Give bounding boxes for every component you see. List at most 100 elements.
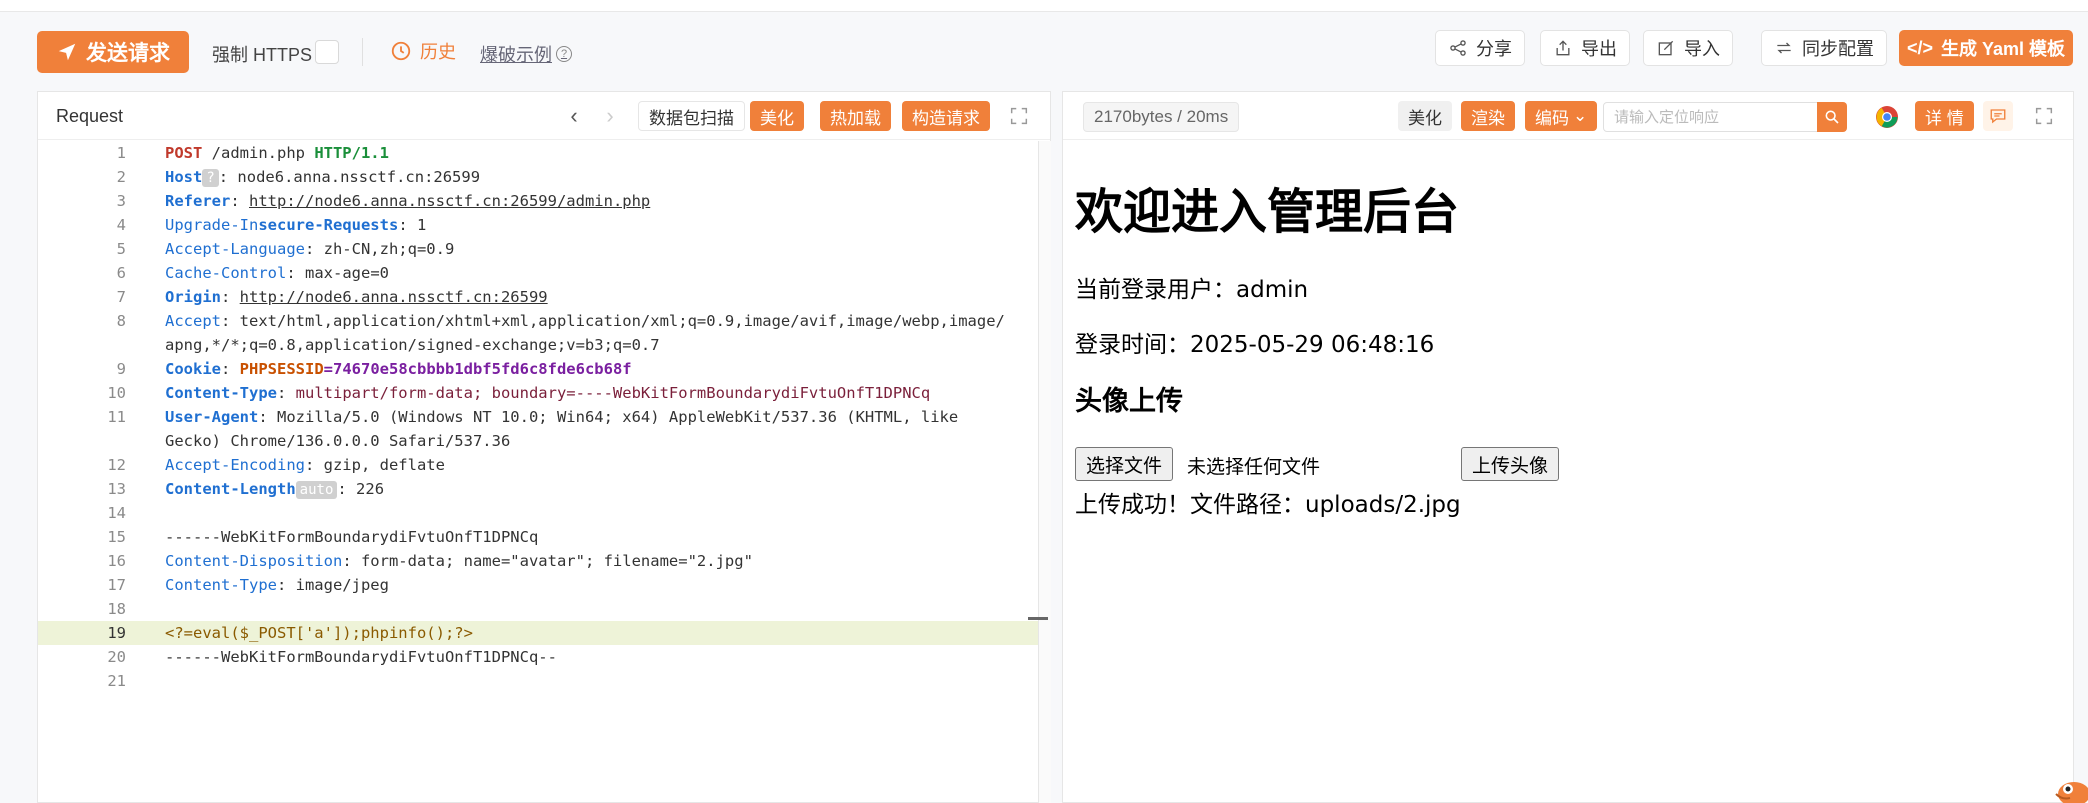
render-button[interactable]: 渲染 [1461,101,1515,131]
help-icon[interactable]: ? [556,46,572,62]
beautify-button[interactable]: 美化 [750,101,804,131]
header-key: Content-Type [165,384,277,402]
line-number: 6 [116,264,126,282]
response-beautify-button[interactable]: 美化 [1398,101,1452,131]
import-button[interactable]: 导入 [1643,30,1733,66]
share-button[interactable]: 分享 [1435,30,1525,66]
import-label: 导入 [1684,39,1720,59]
line-number: 9 [116,360,126,378]
header-key: User-Agent [165,408,259,426]
packet-scan-button[interactable]: 数据包扫描 [638,101,745,131]
explode-example-label: 爆破示例 [480,45,552,65]
header-key: Content-Disposition [165,552,343,570]
construct-request-button[interactable]: 构造请求 [902,101,990,131]
line-number: 20 [107,648,126,666]
http-method: POST [165,144,203,162]
code-line: 13 Content-Length auto: 226 [38,477,1038,501]
header-value: : Mozilla/5.0 (Windows NT 10.0; Win64; x… [258,408,959,426]
header-key: Cookie [165,360,221,378]
header-value: : 226 [337,480,385,498]
host-help-badge[interactable]: ? [202,169,219,187]
line-number: 13 [107,480,126,498]
send-request-button[interactable]: 发送请求 [37,31,189,73]
request-header: Request ‹ › 数据包扫描 美化 热加载 构造请求 [38,92,1050,140]
comment-button[interactable] [1983,101,2013,131]
header-value: : zh-CN,zh;q=0.9 [304,240,455,258]
header-key: Origin [165,288,221,306]
header-url[interactable]: http://node6.anna.nssctf.cn:26599/admin.… [249,192,650,210]
current-user-text: 当前登录用户：admin [1075,277,1309,303]
response-size-time: 2170bytes / 20ms [1083,102,1240,132]
header-value: multipart/form-data; boundary=----WebKit… [295,384,931,402]
file-status-text: 未选择任何文件 [1187,456,1321,478]
chevron-down-icon: ⌄ [1573,106,1588,125]
locate-search-button[interactable] [1817,102,1847,132]
header-value: : form-data; name="avatar"; filename="2.… [342,552,753,570]
sync-config-button[interactable]: 同步配置 [1761,30,1887,66]
sync-config-label: 同步配置 [1802,39,1874,59]
generate-yaml-button[interactable]: </> 生成 Yaml 模板 [1899,30,2073,66]
export-icon [1556,40,1570,56]
share-label: 分享 [1476,39,1512,59]
line-number: 1 [116,144,126,162]
code-line: 5 Accept-Language: zh-CN,zh;q=0.9 [38,237,1038,261]
fullscreen-icon[interactable] [1008,105,1030,127]
upload-avatar-button[interactable]: 上传头像 [1461,447,1560,481]
login-time-text: 登录时间：2025-05-29 06:48:16 [1075,332,1435,358]
header-value-continued: Gecko) Chrome/136.0.0.0 Safari/537.36 [165,432,511,450]
encode-dropdown[interactable]: 编码 ⌄ [1525,101,1598,131]
code-line: 6 Cache-Control: max-age=0 [38,261,1038,285]
chrome-icon[interactable] [1875,105,1899,129]
code-line: 8 Accept: text/html,application/xhtml+xml… [38,309,1038,333]
mascot-icon[interactable] [2048,770,2088,803]
code-icon: </> [1906,37,1933,58]
header-separator: : [221,360,240,378]
header-key: Content-Type [165,576,277,594]
header-url[interactable]: http://node6.anna.nssctf.cn:26599 [240,288,548,306]
history-label: 历史 [420,42,456,62]
header-value: : text/html,application/xhtml+xml,applic… [221,312,1005,330]
history-button[interactable]: 历史 [390,38,456,64]
top-strip [0,0,2088,12]
clock-icon [391,41,411,61]
line-number: 4 [116,216,126,234]
hotload-button[interactable]: 热加载 [820,101,891,131]
chevron-left-icon[interactable]: ‹ [562,102,586,130]
line-number: 8 [116,312,126,330]
header-key: Cache-Control [165,264,287,282]
line-number: 17 [107,576,126,594]
detail-button[interactable]: 详 情 [1915,101,1974,131]
cookie-value: =74670e58cbbbb1dbf5fd6c8fde6cb68f [323,360,632,378]
header-value: : max-age=0 [286,264,389,282]
line-number: 11 [107,408,126,426]
body-boundary-end: ------WebKitFormBoundarydiFvtuOnfT1DPNCq… [165,648,557,666]
upload-result-text: 上传成功！文件路径：uploads/2.jpg [1075,492,1461,518]
header-value: : gzip, deflate [304,456,445,474]
locate-response-input[interactable] [1603,102,1819,132]
line-number: 12 [107,456,126,474]
explode-example-link[interactable]: 爆破示例 ? [480,41,572,67]
encode-label: 编码 [1535,108,1569,128]
request-editor[interactable]: 1 POST /admin.php HTTP/1.1 2 Host?: node6.… [38,141,1038,803]
export-button[interactable]: 导出 [1540,30,1630,66]
chevron-right-icon[interactable]: › [598,102,622,130]
header-value: : node6.anna.nssctf.cn:26599 [218,168,481,186]
header-separator: : [276,384,296,402]
sync-icon [1777,42,1791,54]
send-icon [58,43,76,61]
code-line: 2 Host?: node6.anna.nssctf.cn:26599 [38,165,1038,189]
line-number: 10 [107,384,126,402]
cookie-name: PHPSESSID [239,360,324,378]
request-title: Request [56,106,124,126]
choose-file-button[interactable]: 选择文件 [1075,447,1174,481]
code-line: 16 Content-Disposition: form-data; name="… [38,549,1038,573]
code-line: 9 Cookie: PHPSESSID=74670e58cbbbb1dbf5fd6… [38,357,1038,381]
auto-length-badge[interactable]: auto [295,481,338,499]
force-https-checkbox[interactable] [315,40,339,64]
editor-scrollbar[interactable] [1038,141,1051,803]
toolbar: 发送请求 强制 HTTPS 历史 爆破示例 ? 分享 导出 导入 同步配置 </… [0,14,2088,90]
header-value: : image/jpeg [276,576,389,594]
line-number: 18 [107,600,126,618]
code-line: 10 Content-Type: multipart/form-data; bou… [38,381,1038,405]
fullscreen-icon[interactable] [2033,105,2055,127]
